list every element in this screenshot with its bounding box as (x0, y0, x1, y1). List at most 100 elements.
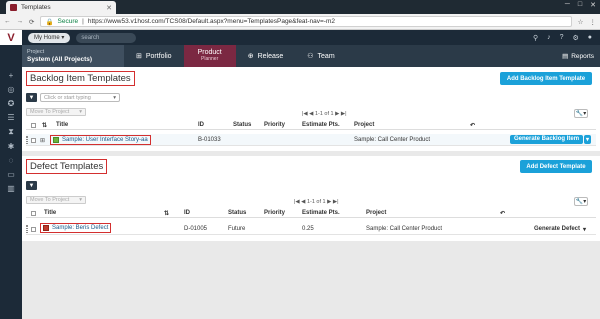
target-icon[interactable]: ◎ (8, 85, 15, 94)
forward-icon[interactable]: → (17, 18, 24, 25)
nav-reports[interactable]: ▤ Reports (562, 52, 600, 61)
address-bar: ← → ⟳ 🔒 Secure | https://www53.v1host.co… (0, 14, 600, 30)
bell-icon[interactable]: ♪ (547, 34, 551, 42)
star-icon[interactable]: ☆ (578, 18, 584, 26)
row-project: Sample: Call Center Product (354, 137, 431, 143)
pager-prev-icon[interactable]: |◀ ◀ (302, 111, 315, 117)
expand-icon[interactable]: ⊞ (40, 137, 45, 144)
reload-icon[interactable]: ⟳ (29, 18, 34, 26)
list-icon[interactable]: ☰ (7, 113, 14, 122)
add-backlog-template-button[interactable]: Add Backlog Item Template (500, 72, 592, 85)
minimize-icon[interactable]: ─ (565, 1, 570, 9)
backlog-move-to-project[interactable]: Move To Project ▾ (26, 108, 86, 116)
table-row[interactable]: Sample: Beris Defect D-01005 Future 0.25… (26, 223, 596, 235)
pager-text: 1-1 of 1 (306, 199, 326, 205)
col-estimate[interactable]: Estimate Pts. (302, 210, 340, 216)
select-all-checkbox[interactable] (31, 211, 36, 216)
bug-icon[interactable]: ✱ (8, 142, 15, 151)
nav-product-label: Product (197, 49, 222, 56)
undo-icon[interactable]: ↶ (500, 210, 505, 217)
row-project: Sample: Call Center Product (366, 226, 443, 232)
col-status[interactable]: Status (233, 122, 251, 128)
undo-icon[interactable]: ↶ (470, 122, 475, 129)
url-divider: | (82, 18, 84, 25)
col-estimate[interactable]: Estimate Pts. (302, 122, 340, 128)
search-input[interactable]: search (76, 32, 137, 43)
pager-next-icon[interactable]: ▶ ▶| (334, 111, 346, 117)
maximize-icon[interactable]: □ (578, 1, 582, 9)
url-field[interactable]: 🔒 Secure | https://www53.v1host.com/TCS0… (40, 16, 572, 27)
col-project[interactable]: Project (366, 210, 386, 216)
select-all-checkbox[interactable] (31, 123, 36, 128)
nav-product[interactable]: Product Planner (183, 45, 236, 67)
help-icon[interactable]: ? (560, 34, 564, 42)
chevron-down-icon[interactable]: ▾ (583, 226, 586, 233)
sort-icon[interactable]: ⇅ (42, 122, 47, 129)
logo-icon[interactable]: V (0, 30, 22, 45)
row-id: D-01005 (184, 226, 208, 232)
pager-next-icon[interactable]: ▶ ▶| (326, 199, 338, 205)
settings-icon[interactable]: ⚙ (572, 34, 578, 42)
nav-portfolio[interactable]: ⊞ Portfolio (124, 45, 184, 67)
add-defect-template-button[interactable]: Add Defect Template (520, 160, 592, 173)
defect-title-highlight[interactable]: Sample: Beris Defect (40, 223, 112, 233)
menu-icon[interactable]: ⋮ (590, 18, 597, 26)
sort-icon[interactable]: ⇅ (164, 210, 169, 217)
generate-defect-button[interactable]: Generate Defect ▾ (534, 226, 586, 233)
filter-placeholder: Click or start typing (44, 94, 91, 101)
location-icon[interactable]: ⚲ (533, 34, 538, 42)
backlog-pager[interactable]: |◀ ◀ 1-1 of 1 ▶ ▶| (302, 111, 347, 117)
pager-prev-icon[interactable]: |◀ ◀ (294, 199, 307, 205)
generate-backlog-item-button[interactable]: Generate Backlog Item ▾ (510, 135, 592, 144)
defect-move-to-project[interactable]: Move To Project ▾ (26, 196, 86, 204)
table-row[interactable]: ⊞ Sample: User Interface Story-aa B-0103… (26, 134, 596, 146)
backlog-filter-dropdown[interactable]: Click or start typing ▾ (40, 93, 120, 102)
compass-icon[interactable]: ✪ (8, 99, 15, 108)
add-icon[interactable]: + (9, 71, 14, 80)
col-id[interactable]: ID (184, 210, 190, 216)
my-home-dropdown[interactable]: My Home ▾ (28, 32, 71, 43)
comment-icon[interactable]: ▭ (7, 170, 15, 179)
row-checkbox[interactable] (31, 138, 36, 143)
backlog-wrench-icon[interactable]: 🔧▾ (574, 109, 588, 118)
chevron-down-icon[interactable]: ▾ (584, 135, 592, 144)
row-id: B-01033 (198, 137, 221, 143)
browser-tab-bar: Templates ✕ ─ □ ✕ (0, 0, 600, 14)
chat-icon[interactable]: ◌ (9, 156, 14, 165)
browser-tab[interactable]: Templates ✕ (6, 1, 116, 14)
close-window-icon[interactable]: ✕ (590, 1, 596, 9)
col-priority[interactable]: Priority (264, 122, 285, 128)
col-priority[interactable]: Priority (264, 210, 285, 216)
user-icon[interactable]: ● (588, 34, 592, 42)
filter-icon[interactable]: ▼ (26, 181, 37, 190)
col-title[interactable]: Title (44, 210, 56, 216)
col-status[interactable]: Status (228, 210, 246, 216)
defect-pager[interactable]: |◀ ◀ 1-1 of 1 ▶ ▶| (294, 199, 339, 205)
app-header: V My Home ▾ search ⚲ ♪ ? ⚙ ● (0, 30, 600, 45)
my-home-label: My Home (34, 34, 60, 41)
back-icon[interactable]: ← (4, 18, 11, 25)
hourglass-icon[interactable]: ⧗ (8, 127, 14, 137)
drag-handle-icon[interactable] (26, 136, 28, 144)
chevron-down-icon: ▾ (79, 197, 82, 203)
row-status: Future (228, 226, 246, 232)
drag-handle-icon[interactable] (26, 225, 28, 233)
empty-area (22, 241, 600, 319)
close-tab-icon[interactable]: ✕ (106, 4, 112, 12)
col-project[interactable]: Project (354, 122, 374, 128)
header-icons: ⚲ ♪ ? ⚙ ● (533, 34, 600, 42)
move-to-project-label: Move To Project (30, 109, 70, 115)
row-title-link[interactable]: Sample: Beris Defect (52, 225, 108, 231)
col-id[interactable]: ID (198, 122, 204, 128)
backlog-title-highlight[interactable]: Sample: User Interface Story-aa (50, 135, 151, 145)
filter-icon[interactable]: ▼ (26, 93, 37, 102)
col-title[interactable]: Title (56, 122, 68, 128)
row-title-link[interactable]: Sample: User Interface Story-aa (62, 137, 148, 143)
project-selector[interactable]: Project System (All Projects) (22, 45, 124, 67)
portfolio-icon: ⊞ (136, 53, 142, 60)
nav-release[interactable]: ⊕ Release (236, 45, 296, 67)
trash-icon[interactable]: ▥ (7, 184, 15, 193)
nav-team[interactable]: ⚇ Team (295, 45, 346, 67)
row-checkbox[interactable] (31, 227, 36, 232)
defect-wrench-icon[interactable]: 🔧▾ (574, 197, 588, 206)
